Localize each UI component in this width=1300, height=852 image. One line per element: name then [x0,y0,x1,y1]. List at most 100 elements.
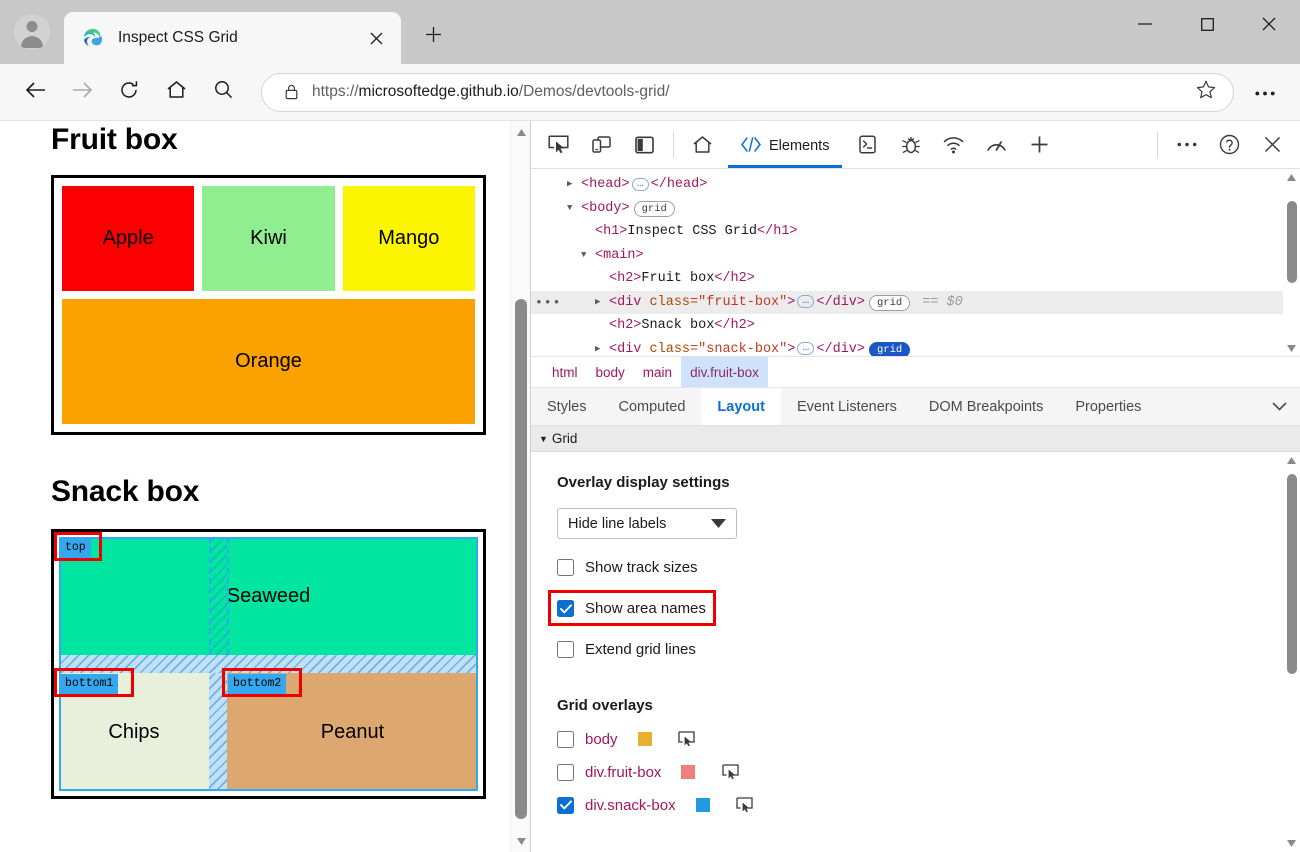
reveal-element-icon[interactable] [735,796,757,814]
grid-overlay-color-swatch[interactable] [681,765,696,779]
collapse-triangle-icon[interactable]: ▼ [567,197,581,221]
maximize-button[interactable] [1176,0,1238,48]
browser-more-button[interactable] [1244,71,1286,113]
breadcrumb-item-html[interactable]: html [543,357,587,387]
expand-triangle-icon[interactable]: ▶ [567,173,581,197]
add-panel-icon[interactable] [1018,125,1061,165]
performance-icon[interactable] [975,125,1018,165]
breadcrumb: html body main div.fruit-box [531,357,1300,388]
favorites-button[interactable] [1187,75,1225,109]
checkbox-box[interactable] [557,641,574,658]
tab-elements[interactable]: Elements [728,128,843,168]
grid-overlay-color-swatch[interactable] [637,732,652,746]
console-icon[interactable] [846,125,889,165]
close-devtools-icon[interactable] [1251,125,1294,165]
scroll-up-arrow-icon[interactable] [1283,169,1300,186]
dom-row-text: <body> [581,200,630,216]
expand-triangle-icon[interactable]: ▶ [595,338,609,357]
dom-row-head[interactable]: ▶ <head>… </head> [531,173,1300,197]
checkbox-box[interactable] [557,600,574,617]
layout-panel-scrollbar[interactable] [1283,452,1300,852]
search-button[interactable] [202,71,244,113]
address-bar[interactable]: https://microsoftedge.github.io/Demos/de… [261,72,1234,112]
tab-strip: Inspect CSS Grid [0,0,1300,64]
device-emulation-icon[interactable] [580,125,623,165]
scroll-up-arrow-icon[interactable] [511,121,530,143]
ellipsis-icon[interactable]: … [631,177,649,191]
breadcrumb-item-div-fruit-box[interactable]: div.fruit-box [681,357,768,387]
checkbox-box[interactable] [557,763,574,781]
scroll-down-arrow-icon[interactable] [511,830,530,852]
dom-row-body[interactable]: ▼ <body> grid [531,197,1300,221]
grid-badge-body[interactable]: grid [633,201,675,218]
tab-dom-breakpoints[interactable]: DOM Breakpoints [913,388,1059,425]
forward-button[interactable] [61,71,103,113]
dom-tree[interactable]: ▶ <head>… </head> ▼ <body> grid <h1>Inspe… [531,169,1300,357]
profile-button[interactable] [0,0,64,64]
grid-section-header[interactable]: ▼ Grid [531,426,1300,452]
tab-properties[interactable]: Properties [1059,388,1157,425]
url-text: https://microsoftedge.github.io/Demos/de… [304,83,1187,101]
dom-row-snack-box[interactable]: ▶ <div class="snack-box">… </div> grid [531,338,1300,357]
back-button[interactable] [14,71,56,113]
breadcrumb-item-body[interactable]: body [587,357,634,387]
collapse-triangle-icon[interactable]: ▼ [581,244,595,268]
overlay-settings-title: Overlay display settings [557,474,730,491]
dom-row-fruit-box[interactable]: ••• ▶ <div class="fruit-box">… </div> gri… [531,290,1300,315]
tab-computed[interactable]: Computed [603,388,702,425]
checkbox-box[interactable] [557,559,574,576]
breadcrumb-item-main[interactable]: main [634,357,681,387]
tab-styles[interactable]: Styles [531,388,603,425]
devtools-home-icon[interactable] [681,125,724,165]
more-tools-icon[interactable] [1165,125,1208,165]
scroll-down-arrow-icon[interactable] [1283,340,1300,356]
close-window-button[interactable] [1238,0,1300,48]
grid-overlay-item-fruit-box[interactable]: div.fruit-box [557,758,1300,786]
tab-layout[interactable]: Layout [701,388,781,425]
line-labels-select[interactable]: Hide line labels [557,508,737,539]
checkbox-show-area-names[interactable]: Show area names [548,590,716,626]
ellipsis-icon[interactable]: … [797,342,815,356]
browser-tab[interactable]: Inspect CSS Grid [64,12,401,64]
inspect-element-icon[interactable] [537,125,580,165]
checkbox-show-track-sizes[interactable]: Show track sizes [557,554,698,581]
grid-overlay-item-body[interactable]: body [557,725,1300,753]
dom-row-main[interactable]: ▼ <main> [531,244,1300,268]
tab-event-listeners[interactable]: Event Listeners [781,388,913,425]
ellipsis-icon[interactable]: … [797,295,815,309]
grid-badge-fruit-box[interactable]: grid [869,295,911,312]
new-tab-button[interactable] [413,17,453,57]
tab-title: Inspect CSS Grid [118,29,238,46]
dom-tree-scrollbar[interactable] [1283,169,1300,356]
expand-triangle-icon[interactable]: ▶ [595,291,609,315]
grid-badge-snack-box[interactable]: grid [869,342,911,356]
debugger-icon[interactable] [889,125,932,165]
home-button[interactable] [155,71,197,113]
grid-overlay-label: body [585,730,618,748]
network-icon[interactable] [932,125,975,165]
page-scrollbar[interactable] [510,121,530,852]
minimize-button[interactable] [1114,0,1176,48]
row-menu-icon[interactable]: ••• [535,291,561,315]
dom-row-h2-snack[interactable]: <h2>Snack box</h2> [531,314,1300,338]
dom-row-h2-fruit[interactable]: <h2>Fruit box</h2> [531,267,1300,291]
help-icon[interactable] [1208,125,1251,165]
dom-tree-scrollbar-thumb[interactable] [1286,201,1297,283]
scroll-down-arrow-icon[interactable] [1283,835,1300,852]
dock-side-icon[interactable] [623,125,666,165]
checkbox-extend-grid-lines[interactable]: Extend grid lines [557,636,696,663]
close-icon[interactable] [361,23,391,53]
checkbox-box[interactable] [557,730,574,748]
chevron-down-icon[interactable] [1258,388,1300,425]
checkbox-box[interactable] [557,796,574,814]
grid-overlay-color-swatch[interactable] [695,798,710,812]
web-page-viewport: Fruit box Apple Kiwi Mango Orange Snack … [0,121,531,852]
reveal-element-icon[interactable] [720,763,742,781]
layout-panel-scrollbar-thumb[interactable] [1286,474,1297,674]
reveal-element-icon[interactable] [677,730,699,748]
reload-button[interactable] [108,71,150,113]
page-scrollbar-thumb[interactable] [515,299,527,819]
grid-overlay-item-snack-box[interactable]: div.snack-box [557,791,1300,819]
scroll-up-arrow-icon[interactable] [1283,452,1300,469]
dom-row-h1[interactable]: <h1>Inspect CSS Grid</h1> [531,220,1300,244]
